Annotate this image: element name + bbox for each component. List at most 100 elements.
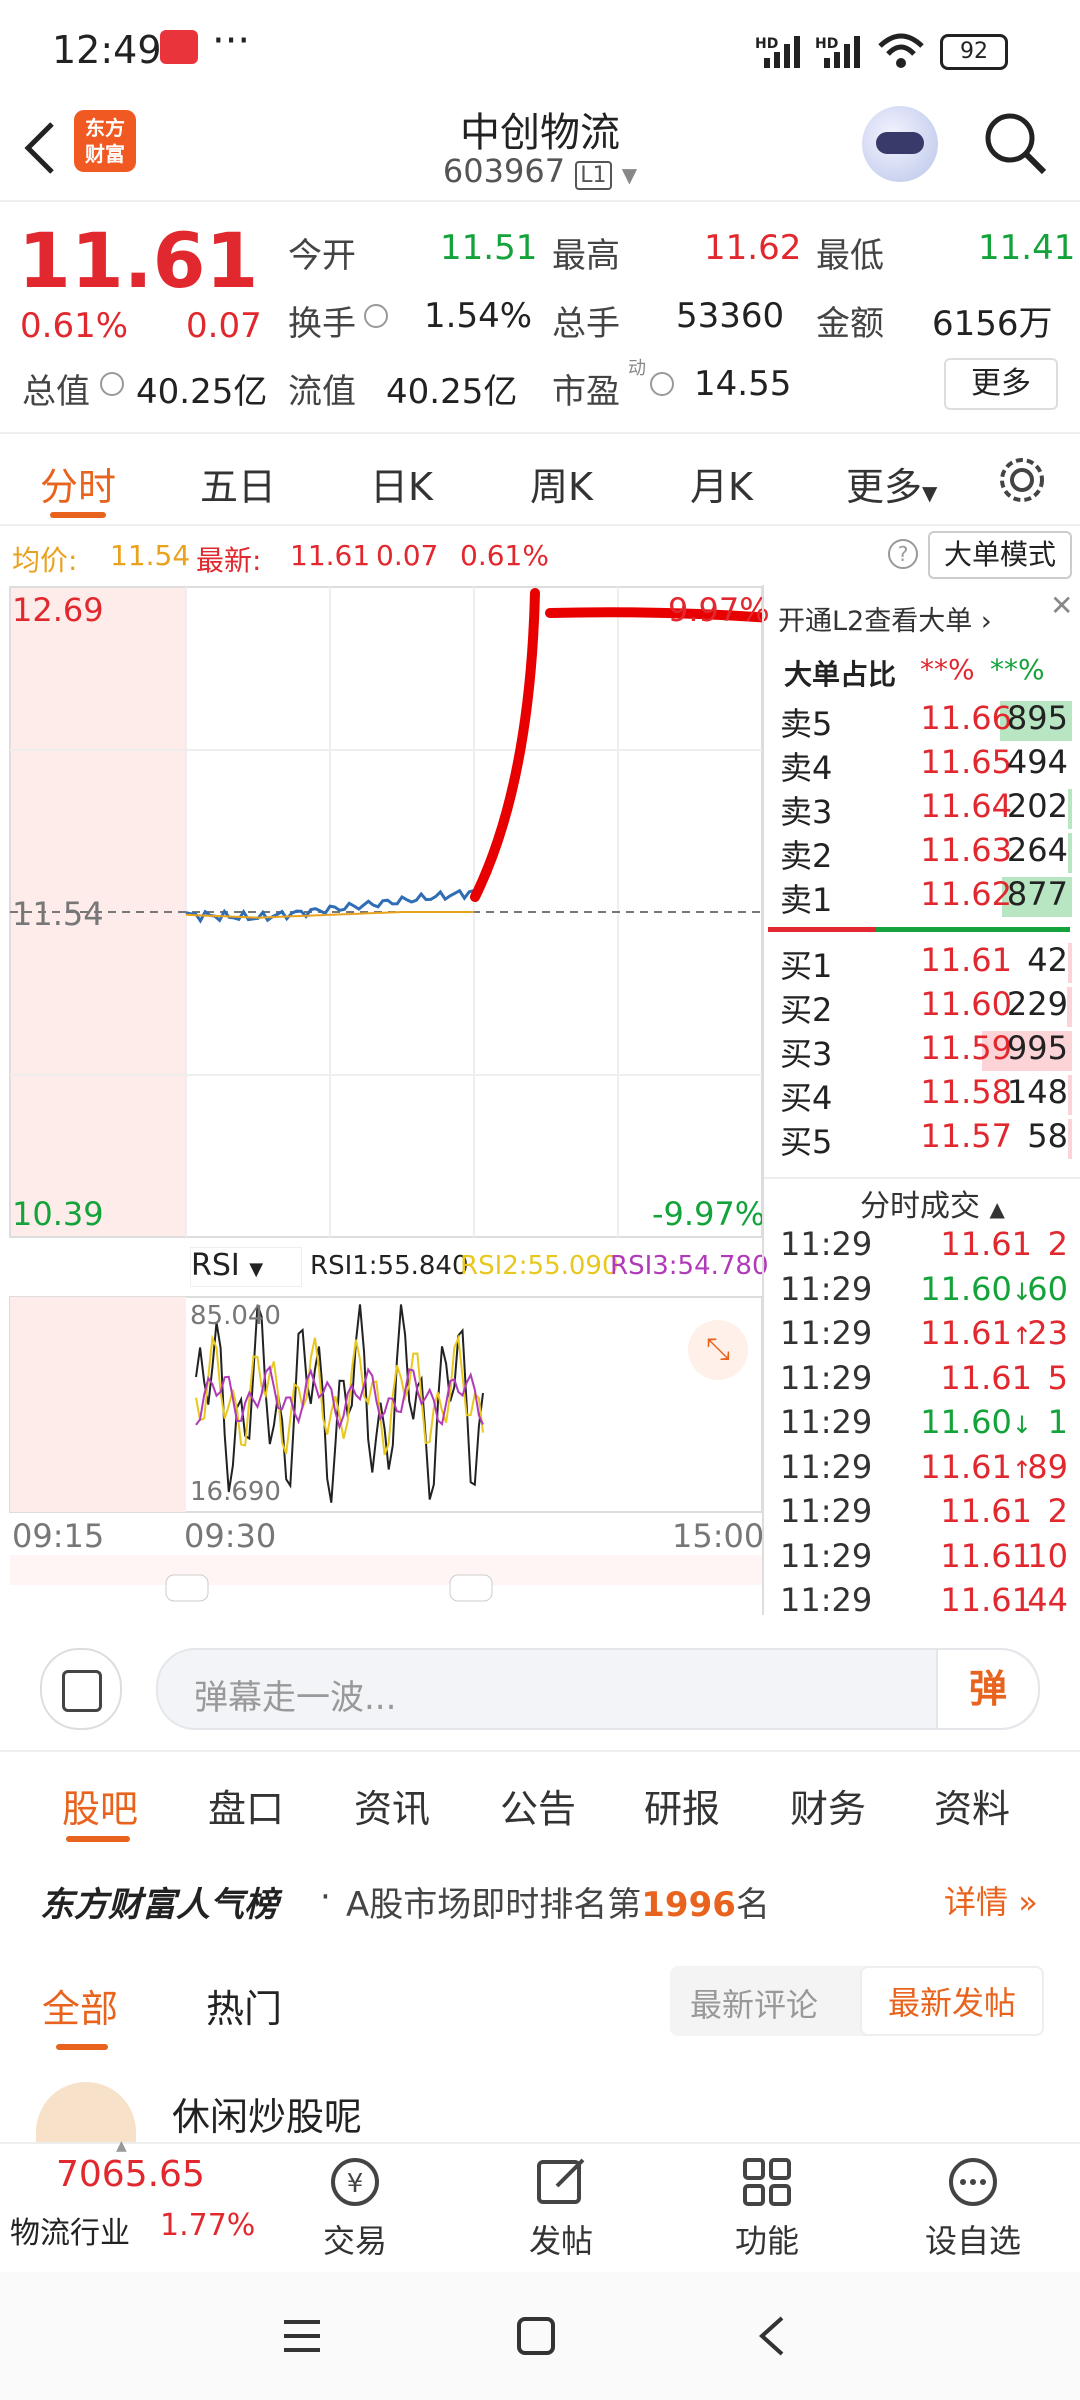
tick-row: 11:29 11.61 2 <box>772 1492 1072 1536</box>
range-right-handle[interactable] <box>449 1574 493 1602</box>
tab-intraday[interactable]: 分时 <box>40 456 116 511</box>
app-notification-icon <box>160 30 198 64</box>
nav-add-watchlist[interactable]: 设自选 <box>908 2154 1038 2262</box>
robot-assistant-icon[interactable] <box>862 106 938 182</box>
info-icon[interactable] <box>650 372 674 396</box>
bid-row[interactable]: 买4 11.58 148 <box>772 1073 1072 1117</box>
tick-price: 11.61 <box>902 1537 1032 1575</box>
post-item[interactable]: 休闲炒股呢 <box>0 2080 1080 2142</box>
tick-time: 11:29 <box>780 1314 873 1352</box>
bid-volume: 995 <box>1006 1029 1068 1067</box>
logo-line-2: 财富 <box>85 142 125 166</box>
close-icon[interactable]: ✕ <box>1050 589 1073 622</box>
post-author[interactable]: 休闲炒股呢 <box>172 2086 362 2141</box>
tab-five-day[interactable]: 五日 <box>200 456 276 511</box>
eastmoney-logo[interactable]: 东方 财富 <box>74 110 136 172</box>
rank-detail-link[interactable]: 详情 » <box>944 1877 1038 1923</box>
ask-row[interactable]: 卖3 11.64 202 <box>772 787 1072 831</box>
avatar[interactable] <box>36 2082 136 2142</box>
tab-more[interactable]: 更多▼ <box>846 456 937 511</box>
tab-profile[interactable]: 资料 <box>934 1778 1010 1833</box>
bid-volume-bar <box>1068 1119 1072 1159</box>
menu-icon[interactable] <box>282 2316 322 2356</box>
info-icon[interactable] <box>100 372 124 396</box>
danmu-settings-icon[interactable] <box>40 1648 122 1730</box>
settings-gear-icon[interactable] <box>996 454 1048 506</box>
tick-price: 11.61↑ <box>902 1448 1032 1486</box>
popularity-rank-banner[interactable]: 东方财富人气榜 · A股市场即时排名第1996名 详情 » <box>0 1855 1080 1945</box>
avg-label: 均价: <box>12 544 78 577</box>
nav-post[interactable]: 发帖 <box>496 2154 626 2262</box>
filter-hot[interactable]: 热门 <box>206 1978 282 2033</box>
tab-pankou[interactable]: 盘口 <box>208 1778 284 1833</box>
big-order-mode-button[interactable]: 大单模式 <box>928 531 1072 579</box>
search-icon[interactable] <box>980 108 1050 178</box>
time-axis-open: 09:30 <box>184 1517 277 1555</box>
time-axis-end: 15:00 <box>672 1517 765 1555</box>
tab-daily-k[interactable]: 日K <box>370 456 433 511</box>
l2-promo-text: 开通L2查看大单 <box>778 606 973 637</box>
tab-finance[interactable]: 财务 <box>790 1778 866 1833</box>
back-icon[interactable] <box>752 2314 792 2358</box>
bid-row[interactable]: 买2 11.60 229 <box>772 985 1072 1029</box>
app-header: 东方 财富 中创物流 603967 L1 ▼ <box>0 100 1080 202</box>
turnover-value: 1.54% <box>424 296 533 336</box>
tick-volume: 1 <box>1047 1403 1068 1441</box>
info-icon[interactable] <box>364 304 388 328</box>
danmu-send-button[interactable]: 弹 <box>936 1650 1038 1728</box>
ask-row[interactable]: 卖4 11.65 494 <box>772 743 1072 787</box>
back-arrow-icon[interactable] <box>20 118 60 178</box>
rsi-high-label: 85.040 <box>190 1301 281 1331</box>
more-button[interactable]: 更多 <box>944 358 1058 410</box>
tick-arrow: ↓ <box>1011 1411 1032 1439</box>
help-icon[interactable]: ? <box>888 539 918 569</box>
ask-price: 11.62 <box>920 875 1012 913</box>
ask-price: 11.66 <box>920 699 1012 737</box>
tab-weekly-k[interactable]: 周K <box>530 456 593 511</box>
l2-promo-link[interactable]: 开通L2查看大单 › <box>778 599 992 638</box>
tab-monthly-k[interactable]: 月K <box>690 456 753 511</box>
tab-news[interactable]: 资讯 <box>354 1778 430 1833</box>
sort-latest-post[interactable]: 最新发帖 <box>860 1966 1044 2036</box>
bid-row[interactable]: 买5 11.57 58 <box>772 1117 1072 1161</box>
tick-price-value: 11.61 <box>940 1536 1032 1575</box>
nav-trade[interactable]: ¥ 交易 <box>290 2154 420 2262</box>
ratio-bar-green <box>876 927 1070 932</box>
chart-svg[interactable] <box>0 585 762 1615</box>
system-nav-bar <box>0 2272 1080 2400</box>
home-icon[interactable] <box>516 2316 556 2356</box>
tab-research[interactable]: 研报 <box>644 1778 720 1833</box>
status-bar: 12:49 ··· HD HD 92 <box>0 0 1080 100</box>
high-label: 最高 <box>552 236 620 276</box>
intraday-chart[interactable]: 12.69 11.54 10.39 9.97% -9.97% RSI ▼ RSI… <box>0 585 770 1615</box>
range-slider-track[interactable] <box>10 1555 762 1585</box>
ask-row[interactable]: 卖1 11.62 877 <box>772 875 1072 919</box>
tab-announcements[interactable]: 公告 <box>500 1778 576 1833</box>
content-tabs: 股吧 盘口 资讯 公告 研报 财务 资料 <box>0 1752 1080 1852</box>
battery-indicator: 92 <box>940 34 1008 70</box>
bid-row[interactable]: 买3 11.59 995 <box>772 1029 1072 1073</box>
range-left-handle[interactable] <box>165 1574 209 1602</box>
ask-row[interactable]: 卖5 11.66 895 <box>772 699 1072 743</box>
industry-index-widget[interactable]: ▲ 7065.65 物流行业 1.77% <box>0 2138 255 2272</box>
big-order-ratio-label: 大单占比 <box>784 658 897 691</box>
tick-price-value: 11.61 <box>940 1492 1032 1530</box>
ticks-title[interactable]: 分时成交 ▲ <box>860 1181 1005 1225</box>
expand-icon[interactable]: ⤡ <box>688 1320 748 1380</box>
tab-guba[interactable]: 股吧 <box>62 1778 138 1833</box>
bid-row[interactable]: 买1 11.61 42 <box>772 941 1072 985</box>
tick-time: 11:29 <box>780 1492 873 1530</box>
stock-code: 603967 <box>442 152 566 190</box>
bid-price: 11.60 <box>920 985 1012 1023</box>
sort-latest-comment[interactable]: 最新评论 <box>690 1980 818 2026</box>
latest-value: 11.61 <box>290 539 371 572</box>
danmu-input[interactable]: 弹幕走一波... 弹 <box>156 1648 1040 1730</box>
nav-functions[interactable]: 功能 <box>702 2154 832 2262</box>
indicator-selector[interactable]: RSI ▼ <box>190 1247 302 1287</box>
tick-price-value: 11.61 <box>940 1358 1032 1397</box>
price-info-line: 均价: 11.54 最新: 11.61 0.07 0.61% ? 大单模式 <box>0 525 1080 585</box>
filter-all[interactable]: 全部 <box>42 1978 118 2033</box>
stock-code-row[interactable]: 603967 L1 ▼ <box>440 152 640 190</box>
ask-row[interactable]: 卖2 11.63 264 <box>772 831 1072 875</box>
bid-label: 买2 <box>780 991 833 1029</box>
